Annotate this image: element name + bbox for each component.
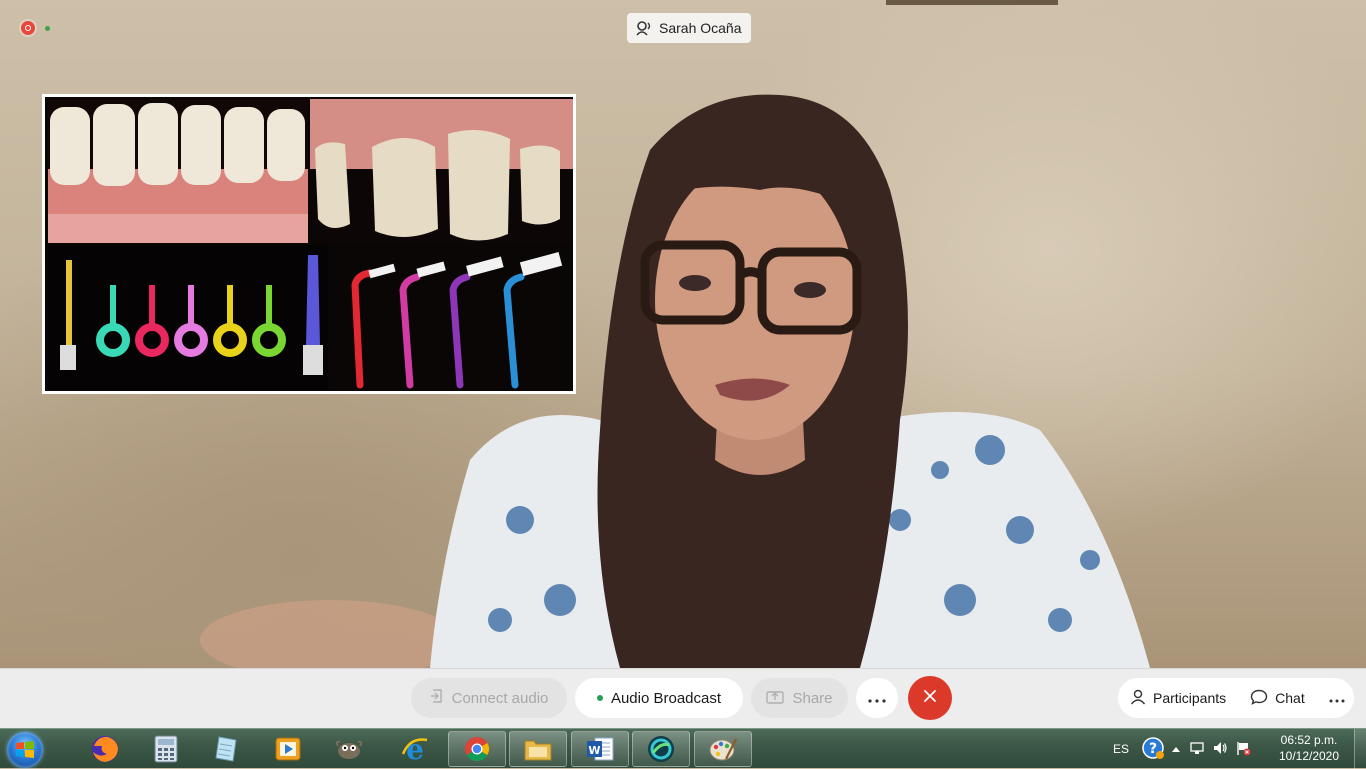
panel-buttons-group: Participants Chat (1118, 678, 1354, 718)
svg-text:W: W (588, 744, 600, 757)
participants-label: Participants (1153, 690, 1227, 706)
more-options-button[interactable] (856, 678, 898, 718)
word-icon[interactable]: W (571, 731, 629, 767)
svg-text:?: ? (1149, 741, 1157, 757)
audio-broadcast-button[interactable]: Audio Broadcast (575, 678, 743, 718)
notepad-icon[interactable] (198, 731, 256, 767)
teeth-lower-photo (48, 99, 308, 243)
webex-icon[interactable] (632, 731, 690, 767)
language-indicator[interactable]: ES (1105, 742, 1137, 756)
active-speaker-label: Sarah Ocaña (627, 13, 751, 43)
calculator-icon[interactable] (137, 731, 195, 767)
teeth-upper-photo (310, 99, 573, 243)
recording-icon (21, 21, 35, 35)
share-label: Share (792, 689, 833, 707)
volume-icon[interactable] (1212, 740, 1228, 759)
show-desktop-button[interactable] (1354, 729, 1366, 769)
file-explorer-icon[interactable] (509, 731, 567, 767)
chat-icon (1250, 689, 1268, 708)
paint-icon[interactable] (694, 731, 752, 767)
meeting-control-bar: Connect audio Audio Broadcast Share Part… (0, 668, 1366, 728)
audio-broadcast-active-dot (596, 695, 603, 701)
windows-taskbar: e W ES ? 06:52 p.m. 10/12/2020 (0, 728, 1366, 769)
connect-audio-button[interactable]: Connect audio (411, 678, 567, 718)
clock-time: 06:52 p.m. (1280, 733, 1338, 747)
speaker-audio-icon (635, 20, 653, 36)
share-button[interactable]: Share (751, 678, 848, 718)
audio-broadcast-label: Audio Broadcast (610, 689, 722, 707)
gimp-icon[interactable] (320, 731, 378, 767)
ellipsis-icon (868, 690, 886, 707)
start-button[interactable] (7, 732, 43, 768)
chrome-icon[interactable] (448, 731, 506, 767)
clock-date: 10/12/2020 (1278, 749, 1340, 763)
close-icon (923, 689, 937, 707)
connection-dot-icon (45, 26, 50, 31)
video-stage: Sarah Ocaña (0, 0, 1366, 668)
network-icon[interactable] (1189, 740, 1205, 759)
panel-more-button[interactable] (1317, 678, 1357, 718)
share-icon (766, 689, 785, 708)
leave-meeting-button[interactable] (908, 676, 952, 720)
show-hidden-icons-icon[interactable] (1171, 742, 1181, 756)
windows-logo-icon (16, 741, 34, 758)
chat-button[interactable]: Chat (1238, 678, 1317, 718)
chat-label: Chat (1275, 690, 1305, 706)
internet-explorer-icon[interactable]: e (386, 731, 444, 767)
interdental-brushes-photo (48, 245, 328, 391)
speaker-name: Sarah Ocaña (659, 20, 742, 36)
media-player-icon[interactable] (259, 731, 317, 767)
firefox-icon[interactable] (76, 731, 134, 767)
shared-slide (42, 94, 576, 394)
system-clock[interactable]: 06:52 p.m. 10/12/2020 (1268, 732, 1350, 764)
participants-icon (1130, 689, 1146, 708)
connect-audio-icon (430, 688, 444, 708)
action-center-flag-icon[interactable] (1235, 740, 1251, 759)
help-icon[interactable]: ? (1141, 736, 1165, 763)
connect-audio-label: Connect audio (451, 689, 549, 707)
ellipsis-icon (1329, 690, 1345, 706)
participants-button[interactable]: Participants (1118, 678, 1238, 718)
system-tray: ES ? (1105, 729, 1251, 769)
angled-interdental-brushes-photo (335, 245, 573, 391)
